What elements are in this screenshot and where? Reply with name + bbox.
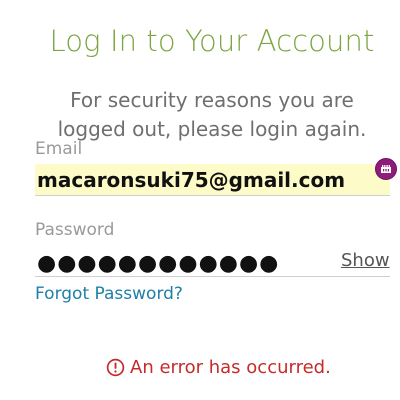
page-subtitle: For security reasons you are logged out,… (57, 88, 367, 141)
alert-circle-icon (106, 358, 125, 377)
password-manager-icon[interactable] (375, 158, 397, 180)
forgot-password-link[interactable]: Forgot Password? (35, 284, 183, 304)
email-label: Email (35, 139, 83, 159)
show-password-link[interactable]: Show (341, 250, 390, 271)
email-field[interactable] (35, 164, 390, 196)
page-title: Log In to Your Account (49, 24, 375, 58)
password-field[interactable] (35, 248, 337, 278)
password-label: Password (35, 220, 115, 240)
error-text: An error has occurred. (130, 357, 331, 378)
password-underline (35, 276, 390, 277)
password-manager-glyph (381, 165, 391, 173)
error-message: An error has occurred. (106, 357, 331, 378)
